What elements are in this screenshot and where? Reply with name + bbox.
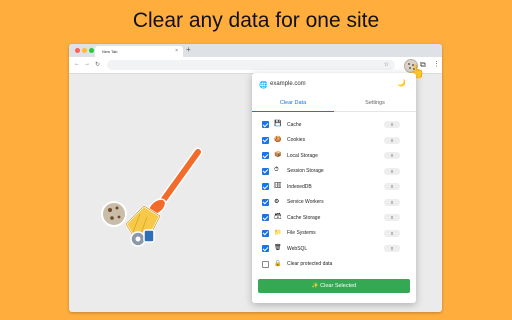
broom-icon	[124, 147, 203, 240]
data-type-label: Clear protected data	[287, 261, 333, 267]
globe-icon: 🌐	[259, 82, 268, 89]
item-count: 0	[384, 245, 400, 252]
lock-icon: 🔒	[274, 260, 282, 267]
tab-title: New Tab	[102, 49, 118, 54]
data-type-row[interactable]: 🍪 Cookies 0	[252, 133, 416, 149]
forward-icon[interactable]: →	[84, 61, 90, 67]
maximize-window-dot[interactable]	[89, 48, 94, 53]
checkbox[interactable]	[262, 152, 269, 159]
broom-illustration	[101, 147, 203, 247]
data-type-row[interactable]: 🗄 IndexedDB 0	[252, 179, 416, 195]
tab-clear-data[interactable]: Clear Data	[252, 100, 334, 106]
folder-icon: 📁	[274, 229, 282, 236]
data-type-row[interactable]: 📁 File Systems 0	[252, 226, 416, 242]
cache-icon: 💾	[274, 121, 282, 127]
checkbox[interactable]	[262, 136, 269, 144]
data-type-row[interactable]: ⚙ Service Workers 0	[252, 195, 416, 211]
local-storage-icon: 📦	[274, 152, 282, 158]
data-type-label: Cache	[287, 121, 302, 128]
cookie-icon	[101, 201, 127, 227]
address-bar[interactable]: ☆	[107, 60, 395, 70]
data-type-label: Session Storage	[287, 168, 324, 174]
cache-storage-icon: 🗃	[274, 214, 282, 220]
browser-tab[interactable]: New Tab ×	[95, 46, 183, 57]
tab-settings[interactable]: Settings	[334, 100, 416, 106]
checkbox[interactable]	[262, 214, 269, 221]
checkbox[interactable]	[262, 260, 269, 268]
checkbox[interactable]	[262, 167, 269, 175]
checkbox[interactable]	[262, 183, 269, 190]
moon-icon[interactable]: 🌙	[397, 79, 406, 87]
data-type-label: Local Storage	[287, 152, 318, 159]
data-type-row[interactable]: 🗃 Cache Storage 0	[252, 210, 416, 226]
browser-menu-icon[interactable]: ⋮	[433, 60, 440, 68]
checkbox[interactable]	[262, 198, 269, 206]
item-count: 0	[384, 198, 400, 206]
data-type-row[interactable]: 💾 Cache 0	[252, 117, 416, 133]
database-icon	[143, 229, 155, 243]
active-tab-indicator	[252, 110, 334, 112]
data-type-label: Service Workers	[287, 199, 324, 205]
bookmark-star-icon[interactable]: ☆	[384, 61, 389, 68]
cookie-icon: 🍪	[274, 136, 282, 143]
browser-toolbar: ← → ↻ ☆ ⧉ ⋮	[69, 57, 442, 74]
checkbox[interactable]	[262, 121, 269, 128]
gear-icon: ⚙	[274, 198, 280, 205]
data-type-row[interactable]: ⏱ Session Storage 0	[252, 164, 416, 180]
item-count: 0	[384, 229, 400, 237]
reload-icon[interactable]: ↻	[95, 61, 100, 68]
timer-icon: ⏱	[274, 166, 279, 173]
tab-strip: New Tab × +	[69, 44, 442, 57]
item-count: 0	[384, 152, 400, 159]
data-type-label: IndexedDB	[287, 183, 312, 190]
clear-selected-button[interactable]: ✨ Clear Selected	[258, 279, 410, 293]
data-type-label: Cache Storage	[287, 214, 321, 221]
item-count: 0	[384, 183, 400, 190]
data-type-label: WebSQL	[287, 245, 308, 252]
protected-data-row[interactable]: 🔒 Clear protected data	[252, 257, 416, 273]
item-count: 0	[384, 167, 400, 175]
popup-tabs: Clear Data Settings	[252, 95, 416, 112]
extension-popup: 🌐 example.com 🌙 Clear Data Settings 💾 Ca…	[252, 73, 416, 303]
data-type-label: File Systems	[287, 230, 316, 236]
close-window-dot[interactable]	[75, 48, 80, 53]
site-domain: example.com	[270, 81, 306, 87]
headline: Clear any data for one site	[132, 9, 380, 32]
tab-close-icon[interactable]: ×	[175, 48, 178, 54]
data-type-row[interactable]: 📦 Local Storage 0	[252, 148, 416, 164]
checkbox[interactable]	[262, 229, 269, 237]
item-count: 0	[384, 214, 400, 221]
database-icon: 🗄	[274, 183, 282, 189]
checkbox[interactable]	[262, 245, 269, 252]
data-type-label: Cookies	[287, 137, 306, 143]
back-icon[interactable]: ←	[74, 61, 80, 67]
item-count: 0	[384, 121, 400, 128]
item-count: 0	[384, 136, 400, 144]
gear-icon	[130, 231, 146, 247]
data-type-row[interactable]: 🗑 WebSQL 0	[252, 241, 416, 257]
trash-icon: 🗑	[274, 245, 282, 251]
minimize-window-dot[interactable]	[82, 48, 87, 53]
new-tab-button[interactable]: +	[186, 45, 191, 54]
